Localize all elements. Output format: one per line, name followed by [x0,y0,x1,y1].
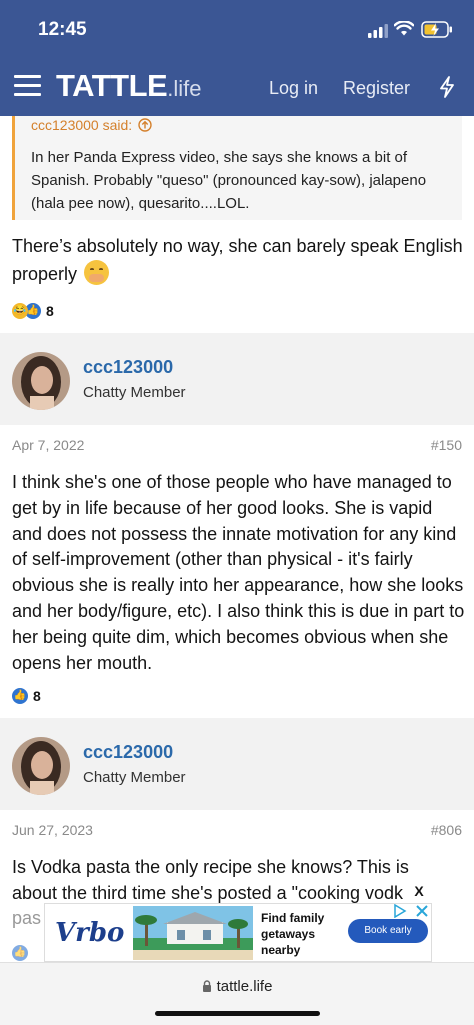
ad-banner[interactable]: Vrbo Find family getaways nearby Book ea… [44,903,432,962]
post-user-block: ccc123000 Chatty Member [0,333,474,425]
hand-over-mouth-emoji [84,259,110,285]
post-text-partial: pas [12,908,42,928]
status-time: 12:45 [38,19,87,40]
go-to-quoted-post-icon[interactable] [138,118,152,132]
post-number[interactable]: #150 [431,437,462,453]
reaction-count: 8 [46,303,54,319]
logo-main: TATTLE [56,68,168,103]
post-number[interactable]: #806 [431,822,462,838]
post-date[interactable]: Apr 7, 2022 [12,437,84,453]
ad-cta-button[interactable]: Book early [348,919,428,943]
browser-bottom-bar: tattle.life [0,962,474,1025]
ad-text: Find family getaways nearby [261,911,325,957]
status-bar: 12:45 [0,0,474,56]
reply-text-content: There’s absolutely no way, she can barel… [12,236,463,284]
battery-charging-icon [421,21,452,38]
like-reaction-icon: 👍 [12,688,28,704]
quote-author[interactable]: ccc123000 said: [31,117,152,133]
post-user-block: ccc123000 Chatty Member [0,718,474,810]
laugh-reaction-icon: 😂 [12,303,28,319]
home-indicator[interactable] [155,1011,320,1016]
quote-text: In her Panda Express video, she says she… [31,149,427,212]
avatar[interactable] [12,737,70,795]
whats-new-bolt-icon[interactable] [438,76,456,98]
post-user-title: Chatty Member [83,384,186,401]
register-link[interactable]: Register [343,78,410,99]
reply-reactions[interactable]: 😂 👍 8 [12,303,54,319]
post-username[interactable]: ccc123000 [83,742,173,763]
cellular-signal-icon [368,24,388,38]
post-user-title: Chatty Member [83,769,186,786]
url-text: tattle.life [216,978,273,995]
reaction-count: 8 [33,688,41,704]
like-reaction-icon: 👍 [12,945,28,961]
post-date[interactable]: Jun 27, 2023 [12,822,93,838]
ad-brand-logo: Vrbo [55,918,125,948]
site-logo[interactable]: TATTLE.life [56,68,201,104]
login-link[interactable]: Log in [269,78,318,99]
lock-icon [202,980,211,992]
quote-author-label: ccc123000 said: [31,117,133,133]
post-reactions[interactable]: 👍 8 [12,688,41,704]
ad-close-button[interactable]: X [408,879,430,903]
quote-block: ccc123000 said: In her Panda Express vid… [12,116,462,220]
menu-icon[interactable] [14,75,41,97]
avatar[interactable] [12,352,70,410]
post-text: Is Vodka pasta the only recipe she knows… [12,857,409,903]
url-bar[interactable]: tattle.life [0,978,474,995]
post-reactions-partial: 👍 [12,945,28,961]
logo-ext: .life [167,76,202,101]
post-text: I think she's one of those people who ha… [12,472,465,673]
site-navbar: TATTLE.life Log in Register [0,58,474,116]
post-username[interactable]: ccc123000 [83,357,173,378]
app-header: 12:45 TATTLE.life Log in Register [0,0,474,116]
ad-beach-house-image [133,906,253,960]
reply-text: There’s absolutely no way, she can barel… [12,234,467,288]
ad-choices-icon[interactable] [393,904,431,918]
wifi-icon [394,21,414,36]
